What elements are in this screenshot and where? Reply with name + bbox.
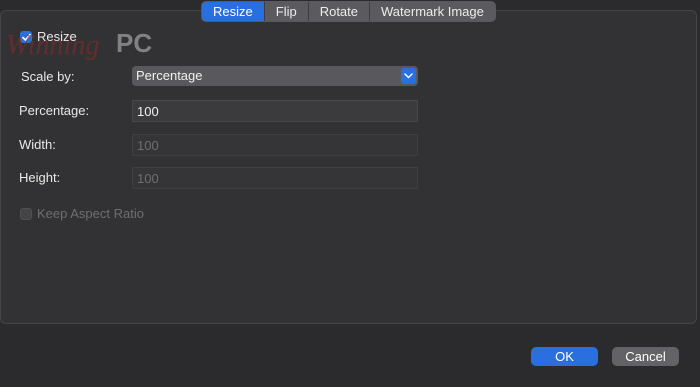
keep-aspect-ratio-label: Keep Aspect Ratio <box>37 206 144 221</box>
ok-button[interactable]: OK <box>531 347 598 366</box>
resize-dialog: Resize Flip Rotate Watermark Image Winni… <box>0 0 700 387</box>
height-field[interactable] <box>132 167 418 189</box>
resize-label: Resize <box>37 29 77 44</box>
cancel-button[interactable]: Cancel <box>612 347 679 366</box>
resize-checkbox[interactable] <box>20 31 32 43</box>
tab-watermark-image[interactable]: Watermark Image <box>369 2 495 21</box>
tab-bar: Resize Flip Rotate Watermark Image <box>201 1 496 22</box>
tab-rotate[interactable]: Rotate <box>307 2 369 21</box>
checkmark-icon <box>22 33 31 41</box>
scale-by-label: Scale by: <box>21 69 75 84</box>
scale-by-select[interactable]: Percentage <box>132 66 418 86</box>
percentage-label: Percentage: <box>19 103 90 118</box>
tab-resize[interactable]: Resize <box>202 2 264 21</box>
scale-by-value: Percentage <box>136 68 203 83</box>
width-label: Width: <box>19 137 56 152</box>
keep-aspect-ratio-checkbox[interactable] <box>20 208 32 220</box>
percentage-field[interactable] <box>132 100 418 122</box>
width-field[interactable] <box>132 134 418 156</box>
chevron-down-icon[interactable] <box>401 68 416 84</box>
height-label: Height: <box>19 170 61 185</box>
tab-flip[interactable]: Flip <box>263 2 308 21</box>
